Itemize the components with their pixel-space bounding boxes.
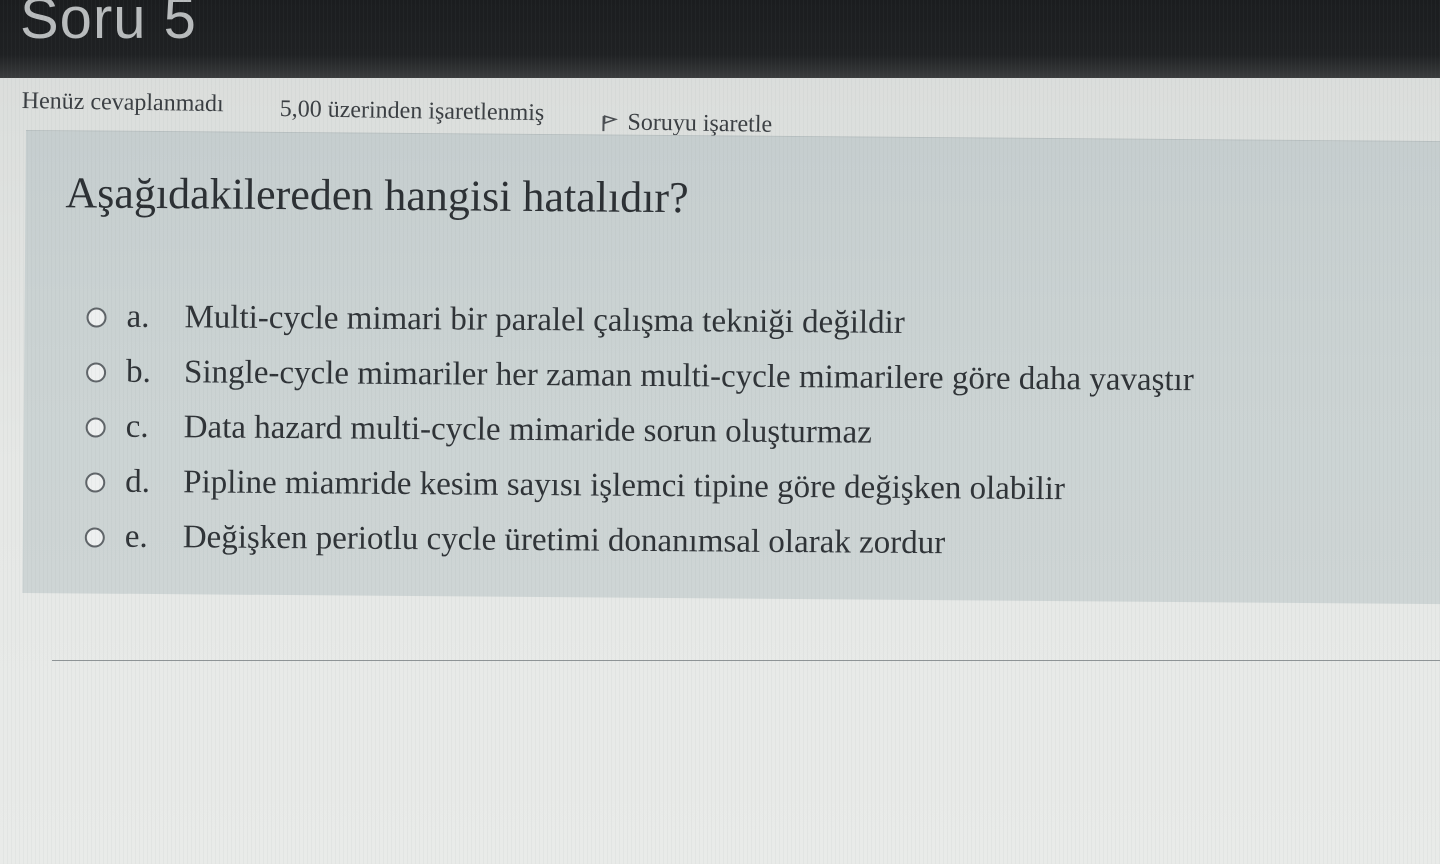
option-text: Multi-cycle mimari bir paralel çalışma t…	[184, 299, 905, 341]
flag-icon	[601, 114, 618, 132]
option-letter: d.	[125, 463, 151, 500]
answer-option-d[interactable]: d. Pipline miamride kesim sayısı işlemci…	[85, 454, 1385, 519]
option-letter: c.	[125, 408, 149, 445]
question-grade: 5,00 üzerinden işaretlenmiş	[279, 96, 545, 127]
answer-option-a[interactable]: a. Multi-cycle mimari bir paralel çalışm…	[86, 289, 1386, 354]
radio-button[interactable]	[86, 306, 107, 328]
option-text: Data hazard multi-cycle mimaride sorun o…	[183, 409, 872, 451]
answer-option-b[interactable]: b. Single-cycle mimariler her zaman mult…	[86, 344, 1386, 409]
answer-status: Henüz cevaplanmadı	[21, 88, 224, 118]
question-card: Aşağıdakilereden hangisi hatalıdır? a. M…	[22, 130, 1440, 605]
section-divider	[52, 660, 1440, 661]
answer-option-c[interactable]: c. Data hazard multi-cycle mimaride soru…	[85, 399, 1385, 464]
option-letter: e.	[124, 518, 148, 555]
radio-button[interactable]	[85, 416, 106, 438]
option-letter: a.	[126, 298, 150, 335]
radio-button[interactable]	[85, 471, 106, 493]
answer-option-e[interactable]: e. Değişken periotlu cycle üretimi donan…	[84, 509, 1385, 574]
option-text: Single-cycle mimariler her zaman multi-c…	[183, 354, 1194, 399]
option-text: Pipline miamride kesim sayısı işlemci ti…	[183, 464, 1066, 508]
radio-button[interactable]	[86, 361, 107, 383]
question-text: Aşağıdakilereden hangisi hatalıdır?	[65, 168, 689, 223]
radio-button[interactable]	[84, 526, 105, 548]
answer-options: a. Multi-cycle mimari bir paralel çalışm…	[84, 289, 1387, 574]
top-bar	[0, 0, 1440, 78]
question-number-heading: Soru 5	[20, 0, 197, 51]
option-text: Değişken periotlu cycle üretimi donanıms…	[182, 519, 946, 562]
option-letter: b.	[125, 353, 151, 390]
